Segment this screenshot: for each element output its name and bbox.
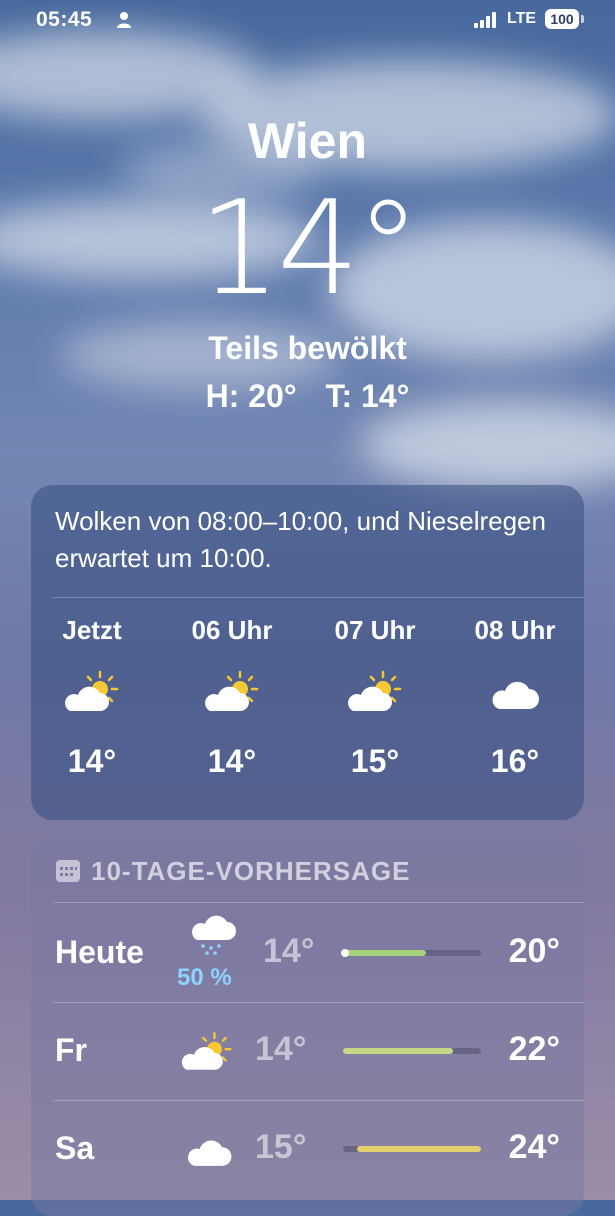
drizzle-icon xyxy=(192,915,236,955)
temp-range-bar xyxy=(343,1048,481,1054)
person-icon xyxy=(117,12,131,28)
cloud-icon xyxy=(492,681,539,709)
divider xyxy=(53,902,584,903)
hour-item: 06 Uhr 14° xyxy=(177,615,287,780)
hourly-forecast-card[interactable]: Wolken von 08:00–10:00, und Nieselregen … xyxy=(31,485,584,820)
temp-range-fill xyxy=(356,1146,481,1152)
high-temp: H: 20° xyxy=(205,378,297,414)
day-low-temp: 14° xyxy=(255,1030,307,1068)
day-label: Heute xyxy=(55,934,144,970)
precipitation-chance: 50 % xyxy=(177,964,232,991)
hour-item: 07 Uhr 15° xyxy=(320,615,430,780)
forecast-header: 10-TAGE-VORHERSAGE xyxy=(55,856,410,887)
day-label: Sa xyxy=(55,1130,95,1166)
hour-label: 06 Uhr xyxy=(191,615,273,645)
network-type: LTE xyxy=(507,10,537,27)
status-bar: 05:45 LTE 100 xyxy=(0,0,615,40)
ten-day-forecast-card[interactable]: 10-TAGE-VORHERSAGE Heute 50 % 14° 20° Fr xyxy=(31,836,584,1216)
hour-temp: 16° xyxy=(490,743,540,779)
low-temp: T: 14° xyxy=(325,378,410,414)
day-low-temp: 14° xyxy=(263,932,315,970)
hour-temp: 14° xyxy=(207,743,257,779)
city-name: Wien xyxy=(248,113,367,169)
partly-cloudy-icon xyxy=(205,670,259,711)
cellular-signal-icon xyxy=(474,12,496,28)
day-high-temp: 20° xyxy=(508,932,560,970)
partly-cloudy-icon xyxy=(181,1032,232,1070)
partly-cloudy-icon xyxy=(65,670,119,711)
temp-range-fill xyxy=(343,1048,454,1054)
calendar-icon xyxy=(56,860,80,882)
forecast-summary: Wolken von 08:00–10:00, und Nieselregen … xyxy=(55,506,546,573)
divider xyxy=(53,597,584,598)
current-temp-dot xyxy=(341,949,349,957)
day-row[interactable]: Fr 14° 22° xyxy=(31,1002,584,1100)
battery-cap xyxy=(581,15,584,23)
partly-cloudy-icon xyxy=(348,670,402,711)
current-temperature: 14° xyxy=(198,172,420,324)
condition-text: Teils bewölkt xyxy=(208,330,407,366)
cloud-icon xyxy=(188,1140,232,1166)
status-time: 05:45 xyxy=(36,8,93,31)
high-low-temps: H: 20° T: 14° xyxy=(0,378,615,415)
hour-label: Jetzt xyxy=(62,615,122,645)
day-label: Fr xyxy=(55,1032,87,1068)
day-low-temp: 15° xyxy=(255,1128,307,1166)
hour-label: 08 Uhr xyxy=(474,615,556,645)
battery-icon: 100 xyxy=(545,9,579,29)
day-row[interactable]: Heute 50 % 14° 20° xyxy=(31,904,584,1002)
forecast-header-label: 10-TAGE-VORHERSAGE xyxy=(91,856,411,886)
day-high-temp: 22° xyxy=(508,1030,560,1068)
day-row[interactable]: Sa 15° 24° xyxy=(31,1100,584,1198)
temp-range-bar xyxy=(341,949,481,957)
temp-range-fill xyxy=(343,950,426,956)
hour-label: 07 Uhr xyxy=(334,615,416,645)
hour-item: Jetzt 14° xyxy=(37,615,147,780)
hour-temp: 15° xyxy=(350,743,400,779)
hour-item: 08 Uhr 16° xyxy=(460,615,570,780)
day-high-temp: 24° xyxy=(508,1128,560,1166)
hour-temp: 14° xyxy=(67,743,117,779)
temp-range-bar xyxy=(343,1146,481,1152)
